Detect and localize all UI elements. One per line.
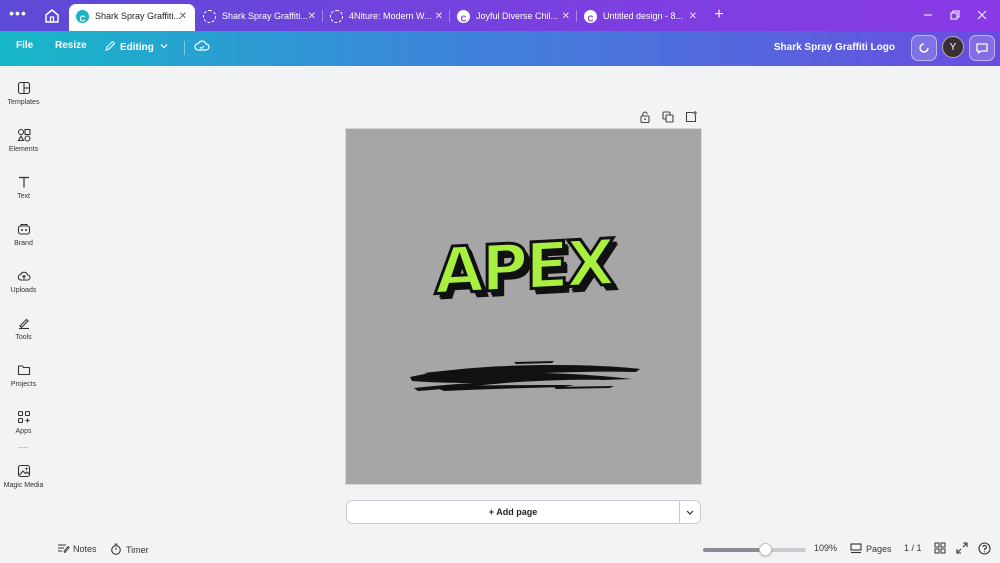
tools-icon: [18, 318, 29, 330]
tab-close-icon[interactable]: ✕: [179, 4, 187, 29]
cloud-save-icon[interactable]: [194, 39, 210, 56]
sidebar-item-label: Brand: [14, 240, 33, 247]
pages-button[interactable]: Pages: [850, 543, 892, 554]
tab-close-icon[interactable]: ✕: [562, 4, 570, 29]
editing-mode-button[interactable]: Editing: [104, 40, 169, 53]
chevron-down-icon: [686, 510, 694, 515]
resize-button[interactable]: Resize: [55, 40, 87, 51]
apps-icon: [17, 410, 30, 424]
sidebar-item-templates[interactable]: Templates: [0, 81, 47, 121]
toolbar-divider: [184, 41, 185, 55]
restore-icon[interactable]: [947, 7, 963, 23]
brush-stroke-graphic[interactable]: [404, 357, 644, 397]
text-icon: [18, 176, 29, 188]
brand-icon: [17, 223, 30, 235]
page-count: 1 / 1: [904, 543, 922, 553]
more-options-icon[interactable]: •••: [8, 6, 28, 23]
sidebar-item-apps[interactable]: Apps: [0, 410, 47, 450]
close-window-icon[interactable]: [974, 7, 990, 23]
notes-icon: [58, 544, 70, 554]
sidebar-item-label: Text: [17, 193, 30, 200]
tab-4niture[interactable]: 4Niture: Modern W... ✕: [323, 4, 449, 29]
timer-label: Timer: [126, 545, 149, 555]
canva-icon: C: [76, 10, 89, 24]
sidebar-item-projects[interactable]: Projects: [0, 363, 47, 403]
tab-label: Joyful Diverse Chil...: [476, 11, 559, 21]
left-sidebar: Templates Elements Text Brand Uploads To…: [0, 66, 47, 563]
pencil-icon: [105, 40, 116, 51]
apex-graffiti-text[interactable]: APEX: [346, 222, 701, 315]
sidebar-item-brand[interactable]: Brand: [0, 222, 47, 262]
zoom-level[interactable]: 109%: [814, 543, 837, 553]
new-tab-button[interactable]: +: [712, 5, 726, 25]
browser-tab-bar: ••• C Shark Spray Graffiti... ✕ Shark Sp…: [0, 0, 1000, 31]
zoom-slider[interactable]: [703, 543, 806, 556]
tab-close-icon[interactable]: ✕: [308, 4, 316, 29]
design-canvas[interactable]: APEX: [346, 129, 701, 484]
add-page-button[interactable]: + Add page: [346, 500, 680, 524]
sidebar-item-label: Templates: [7, 99, 40, 106]
notes-button[interactable]: Notes: [57, 543, 97, 554]
add-page-dropdown[interactable]: [679, 500, 701, 524]
avatar[interactable]: Y: [942, 36, 964, 58]
tab-label: Shark Spray Graffiti...: [222, 11, 308, 21]
sidebar-item-label: Apps: [15, 428, 32, 435]
sidebar-item-uploads[interactable]: Uploads: [0, 269, 47, 309]
sidebar-item-label: Magic Media: [3, 482, 44, 489]
minimize-icon[interactable]: [920, 7, 936, 23]
sidebar-item-elements[interactable]: Elements: [0, 128, 47, 168]
templates-icon: [17, 81, 30, 95]
tab-label: Shark Spray Graffiti...: [95, 11, 181, 21]
tab-untitled-design[interactable]: C Untitled design - 8... ✕: [577, 4, 703, 29]
elements-icon: [17, 128, 31, 142]
canva-icon: C: [457, 10, 470, 24]
loading-icon: [330, 10, 343, 23]
uploads-icon: [17, 271, 31, 281]
sidebar-divider: [18, 447, 28, 448]
bottom-status-bar: Notes Timer 109% Pages 1 / 1: [0, 537, 1000, 563]
lock-icon[interactable]: [638, 110, 652, 124]
zoom-slider-handle[interactable]: [758, 543, 772, 556]
grid-view-icon[interactable]: [934, 542, 946, 556]
sidebar-item-label: Elements: [8, 146, 39, 153]
sidebar-item-label: Projects: [10, 381, 37, 388]
sidebar-item-label: Tools: [15, 334, 32, 341]
sidebar-item-label: Uploads: [10, 287, 37, 294]
svg-text:C: C: [588, 15, 594, 24]
notes-label: Notes: [73, 544, 97, 554]
design-title[interactable]: Shark Spray Graffiti Logo: [774, 42, 895, 53]
tab-label: 4Niture: Modern W...: [349, 11, 432, 21]
duplicate-page-icon[interactable]: [661, 110, 675, 124]
pages-icon: [850, 543, 862, 554]
projects-icon: [17, 365, 30, 376]
fullscreen-icon[interactable]: [956, 542, 968, 556]
sidebar-item-tools[interactable]: Tools: [0, 316, 47, 356]
file-menu-button[interactable]: File: [16, 40, 33, 51]
comments-icon[interactable]: [969, 35, 995, 61]
canva-icon: C: [584, 10, 597, 24]
home-icon[interactable]: [42, 6, 62, 26]
magic-media-icon: [17, 464, 30, 478]
pages-label: Pages: [866, 544, 892, 554]
editor-top-bar: File Resize Editing Shark Spray Graffiti…: [0, 31, 1000, 66]
help-icon[interactable]: [978, 542, 991, 557]
loading-icon: [203, 10, 216, 23]
svg-text:C: C: [80, 15, 86, 24]
tab-shark-spray-graffiti[interactable]: Shark Spray Graffiti... ✕: [196, 4, 322, 29]
sidebar-item-magic-media[interactable]: Magic Media: [0, 464, 47, 504]
add-page-icon[interactable]: [684, 110, 698, 124]
tab-label: Untitled design - 8...: [603, 11, 684, 21]
tab-joyful-diverse[interactable]: C Joyful Diverse Chil... ✕: [450, 4, 576, 29]
tab-close-icon[interactable]: ✕: [689, 4, 697, 29]
sidebar-item-text[interactable]: Text: [0, 175, 47, 215]
loading-spinner-icon[interactable]: [911, 35, 937, 61]
svg-text:C: C: [461, 15, 467, 24]
tab-shark-spray-graffiti-active[interactable]: C Shark Spray Graffiti... ✕: [69, 4, 195, 31]
tab-close-icon[interactable]: ✕: [435, 4, 443, 29]
timer-icon: [111, 543, 121, 555]
editing-label: Editing: [120, 42, 154, 53]
timer-button[interactable]: Timer: [110, 543, 149, 555]
zoom-slider-fill: [703, 548, 765, 552]
chevron-down-icon: [160, 44, 168, 49]
